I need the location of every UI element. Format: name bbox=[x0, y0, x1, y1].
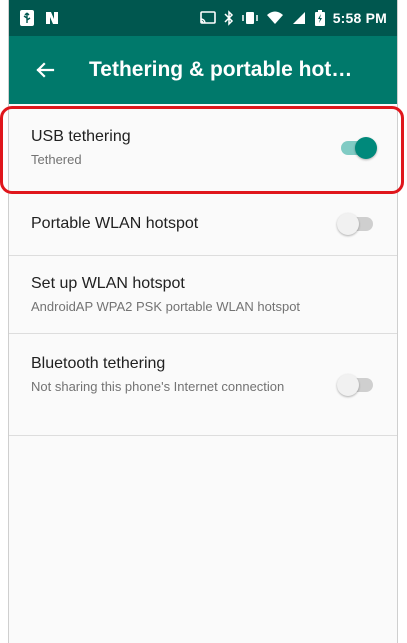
toggle-thumb bbox=[337, 212, 359, 235]
setup-wlan-hotspot-title: Set up WLAN hotspot bbox=[31, 275, 185, 292]
wifi-icon bbox=[266, 10, 284, 26]
toggle-thumb bbox=[355, 136, 377, 159]
battery-icon bbox=[314, 10, 326, 26]
bluetooth-tethering-row[interactable]: Bluetooth tethering Not sharing this pho… bbox=[9, 334, 397, 436]
usb-tethering-row[interactable]: USB tethering Tethered bbox=[9, 104, 397, 192]
status-bar: 5:58 PM bbox=[9, 0, 397, 36]
status-time: 5:58 PM bbox=[332, 10, 387, 26]
arrow-back-icon bbox=[36, 62, 55, 78]
bluetooth-tethering-title: Bluetooth tethering bbox=[31, 355, 166, 372]
setup-wlan-hotspot-summary: AndroidAP WPA2 PSK portable WLAN hotspot bbox=[31, 299, 301, 314]
vibrate-icon bbox=[241, 10, 259, 26]
app-bar: Tethering & portable hot… bbox=[9, 36, 397, 104]
setup-wlan-hotspot-text: Set up WLAN hotspot AndroidAP WPA2 PSK p… bbox=[31, 274, 377, 315]
portable-wlan-hotspot-title: Portable WLAN hotspot bbox=[31, 214, 199, 232]
phone-screen: 5:58 PM Tethering & portable hot… USB te… bbox=[8, 0, 398, 643]
usb-icon bbox=[19, 9, 35, 27]
toggle-thumb bbox=[337, 374, 359, 396]
cell-signal-icon bbox=[291, 10, 307, 26]
portable-wlan-hotspot-toggle[interactable] bbox=[337, 212, 377, 235]
status-left-icons bbox=[19, 9, 60, 27]
portable-wlan-hotspot-text: Portable WLAN hotspot bbox=[31, 214, 337, 234]
usb-tethering-toggle[interactable] bbox=[337, 136, 377, 159]
usb-tethering-title: USB tethering bbox=[31, 128, 131, 145]
bluetooth-tethering-toggle[interactable] bbox=[337, 374, 377, 396]
status-right-icons: 5:58 PM bbox=[199, 10, 387, 26]
portable-wlan-hotspot-row[interactable]: Portable WLAN hotspot bbox=[9, 192, 397, 256]
usb-tethering-status: Tethered bbox=[31, 152, 82, 167]
cast-icon bbox=[199, 10, 217, 26]
bluetooth-tethering-status: Not sharing this phone's Internet connec… bbox=[31, 379, 285, 394]
page-title: Tethering & portable hot… bbox=[89, 58, 353, 81]
usb-tethering-text: USB tethering Tethered bbox=[31, 127, 337, 168]
bluetooth-icon bbox=[224, 10, 234, 26]
setup-wlan-hotspot-row[interactable]: Set up WLAN hotspot AndroidAP WPA2 PSK p… bbox=[9, 256, 397, 334]
settings-list: USB tethering Tethered Portable WLAN hot… bbox=[9, 104, 397, 436]
back-button[interactable] bbox=[31, 56, 59, 84]
nfc-icon bbox=[44, 10, 60, 26]
bluetooth-tethering-text: Bluetooth tethering Not sharing this pho… bbox=[31, 354, 337, 395]
